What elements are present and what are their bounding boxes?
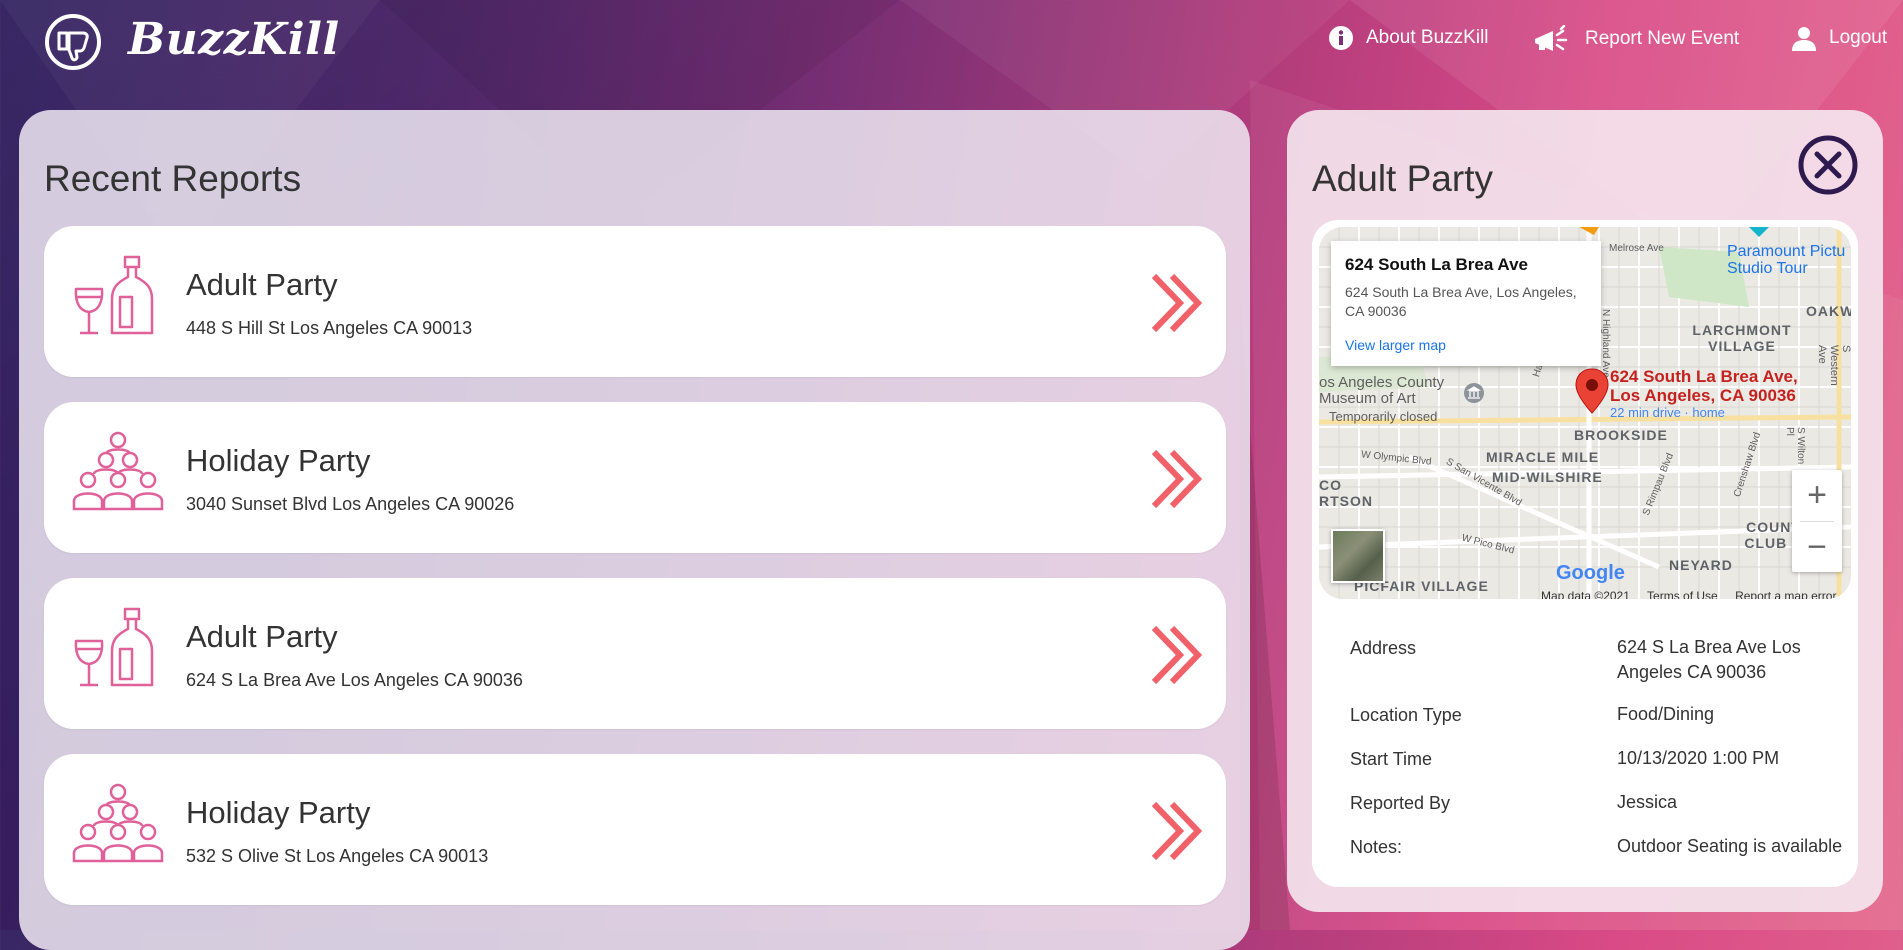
event-detail-panel: Adult Party Paramount Pictu Studio Tour … — [1287, 110, 1883, 912]
map-label-rtson: RTSON — [1319, 493, 1373, 509]
recent-reports-title: Recent Reports — [44, 158, 302, 199]
report-card-title: Adult Party — [186, 619, 338, 654]
crowd-icon — [72, 783, 164, 863]
map-label-museum: os Angeles County Museum of Art — [1319, 374, 1445, 407]
zoom-in-button[interactable]: + — [1792, 470, 1842, 520]
field-label-start-time: Start Time — [1350, 749, 1433, 769]
map-street-western: S Western Ave — [1816, 345, 1851, 386]
user-icon — [1792, 27, 1816, 51]
report-card-address: 624 S La Brea Ave Los Angeles CA 90036 — [186, 670, 523, 690]
double-chevron-right-icon[interactable] — [1150, 272, 1204, 334]
satellite-view-toggle[interactable] — [1331, 529, 1385, 583]
report-card-title: Holiday Party — [186, 443, 371, 478]
crowd-icon — [72, 431, 164, 511]
report-card[interactable]: Adult Party 448 S Hill St Los Angeles CA… — [44, 226, 1226, 377]
map-footer: Map data ©2021 Terms of Use Report a map… — [1541, 589, 1851, 599]
map-street-wilton: S Wilton Pl — [1784, 427, 1806, 465]
report-new-event-link[interactable]: Report New Event — [1533, 25, 1739, 53]
map-label-paramount: Paramount Pictu Studio Tour — [1727, 243, 1846, 277]
map-label-co: CO — [1319, 477, 1342, 493]
zoom-out-button[interactable]: − — [1792, 522, 1842, 572]
report-new-event-label: Report New Event — [1585, 28, 1740, 49]
thumbs-down-logo-icon[interactable] — [44, 13, 102, 71]
location-pin-icon[interactable] — [1575, 368, 1609, 414]
field-value-reported-by: Jessica — [1617, 792, 1678, 812]
report-card[interactable]: Adult Party 624 S La Brea Ave Los Angele… — [44, 578, 1226, 729]
map-label-oakwood: OAKWO — [1806, 303, 1851, 319]
report-card[interactable]: Holiday Party 532 S Olive St Los Angeles… — [44, 754, 1226, 905]
event-detail-card: Paramount Pictu Studio Tour LARCHMONT VI… — [1312, 220, 1858, 887]
top-header: BuzzKill About BuzzKill Report New Event… — [0, 0, 1903, 80]
map-label-larchmont: LARCHMONT VILLAGE — [1692, 322, 1792, 354]
google-map[interactable]: Paramount Pictu Studio Tour LARCHMONT VI… — [1319, 227, 1851, 599]
about-link-label: About BuzzKill — [1366, 27, 1489, 48]
logout-label: Logout — [1829, 27, 1888, 48]
megaphone-icon — [1535, 25, 1568, 51]
field-label-address: Address — [1350, 638, 1417, 658]
field-label-notes: Notes: — [1350, 837, 1403, 857]
report-card-title: Adult Party — [186, 267, 338, 302]
event-detail-title: Adult Party — [1312, 158, 1493, 199]
field-label-location-type: Location Type — [1350, 705, 1462, 725]
google-logo: Google — [1556, 562, 1625, 585]
report-map-error-link[interactable]: Report a map error — [1735, 589, 1836, 599]
museum-pin-icon — [1464, 383, 1484, 403]
terms-of-use-link[interactable]: Terms of Use — [1647, 589, 1718, 599]
about-link[interactable]: About BuzzKill — [1328, 25, 1489, 51]
info-icon — [1329, 26, 1353, 50]
report-card[interactable]: Holiday Party 3040 Sunset Blvd Los Angel… — [44, 402, 1226, 553]
map-info-window: 624 South La Brea Ave 624 South La Brea … — [1331, 241, 1601, 366]
field-value-start-time: 10/13/2020 1:00 PM — [1617, 748, 1780, 768]
report-card-address: 3040 Sunset Blvd Los Angeles CA 90026 — [186, 494, 515, 514]
report-card-title: Holiday Party — [186, 795, 371, 830]
map-pin-label: 624 South La Brea Ave, Los Angeles, CA 9… — [1610, 367, 1798, 405]
map-label-mid-wilshire: MID-WILSHIRE — [1492, 469, 1603, 485]
double-chevron-right-icon[interactable] — [1150, 800, 1204, 862]
map-street-melrose: Melrose Ave — [1609, 243, 1664, 254]
recent-reports-panel: Recent Reports Adult Party 448 S Hill St… — [19, 110, 1250, 950]
view-larger-map-link[interactable]: View larger map — [1345, 337, 1446, 353]
brand-logo-text[interactable]: BuzzKill — [128, 14, 340, 65]
field-value-notes: Outdoor Seating is available — [1617, 836, 1843, 856]
field-value-address: 624 S La Brea Ave Los Angeles CA 90036 — [1617, 637, 1801, 682]
map-label-vineyard: NEYARD — [1669, 557, 1733, 573]
double-chevron-right-icon[interactable] — [1150, 624, 1204, 686]
map-zoom-controls: + − — [1792, 470, 1842, 572]
map-pin-sublabel: 22 min drive · home — [1610, 405, 1725, 420]
wine-icon — [74, 255, 154, 335]
double-chevron-right-icon[interactable] — [1150, 448, 1204, 510]
field-value-location-type: Food/Dining — [1617, 704, 1715, 724]
map-label-brookside: BROOKSIDE — [1574, 427, 1668, 443]
google-logo-letters: Google — [1556, 562, 1625, 584]
logout-link[interactable]: Logout — [1791, 25, 1887, 51]
field-label-reported-by: Reported By — [1350, 793, 1451, 813]
map-label-miracle-mile: MIRACLE MILE — [1486, 449, 1600, 465]
map-label-museum-status: Temporarily closed — [1329, 409, 1438, 424]
wine-icon — [74, 607, 154, 687]
close-icon[interactable] — [1797, 134, 1859, 196]
report-card-address: 448 S Hill St Los Angeles CA 90013 — [186, 318, 473, 338]
report-card-address: 532 S Olive St Los Angeles CA 90013 — [186, 846, 489, 866]
popup-address: 624 South La Brea Ave, Los Angeles, CA 9… — [1345, 284, 1577, 319]
map-data-credit: Map data ©2021 — [1541, 589, 1630, 599]
popup-title: 624 South La Brea Ave — [1345, 255, 1528, 274]
